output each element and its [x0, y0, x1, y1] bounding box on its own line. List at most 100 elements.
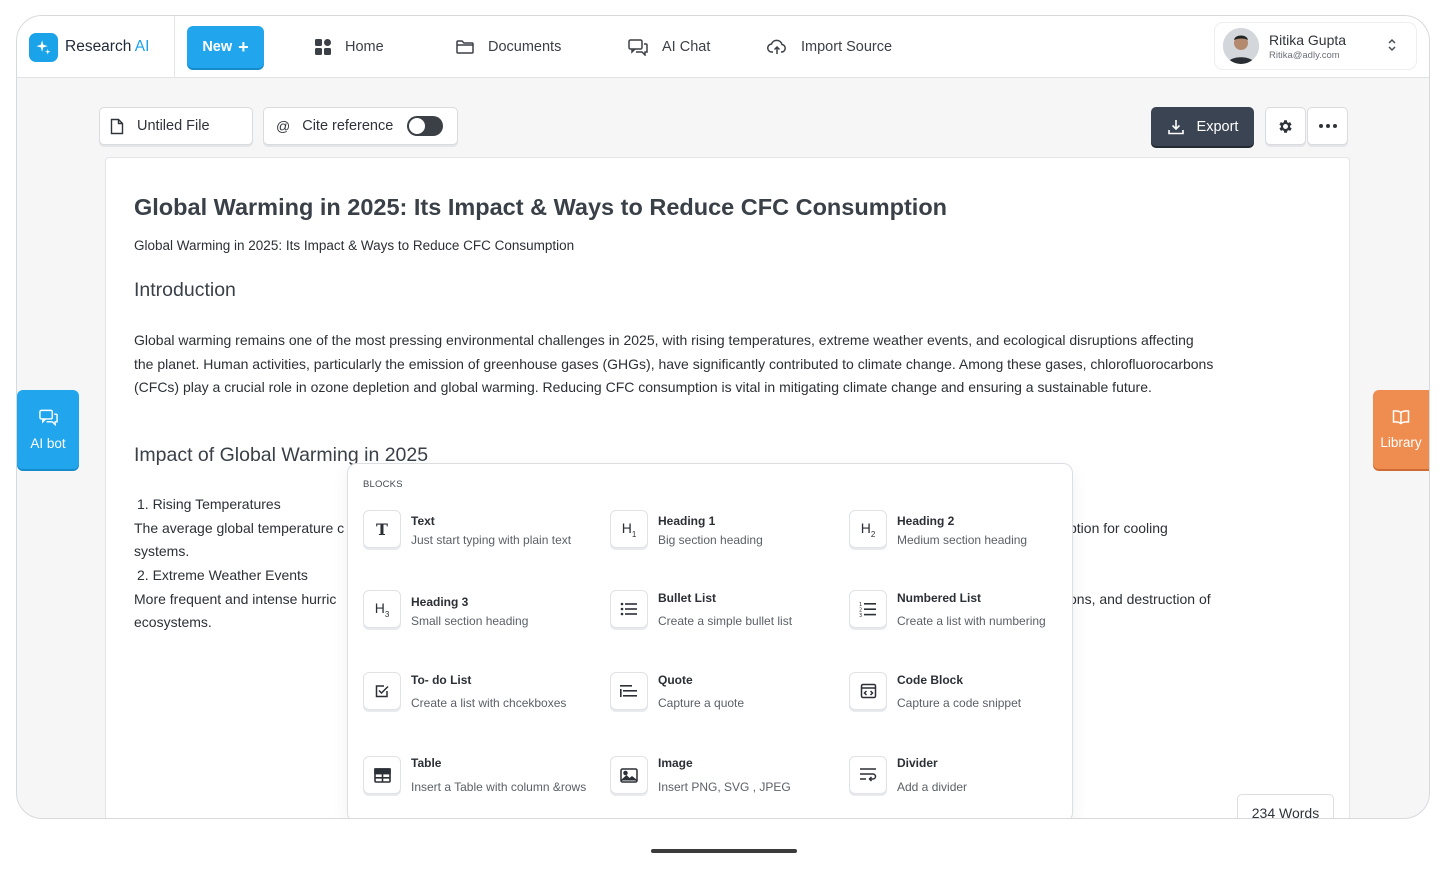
grid-icon [315, 39, 331, 55]
block-divider[interactable]: Divider Add a divider [849, 756, 1089, 798]
heading2-icon: H2 [849, 510, 887, 548]
cite-reference-label: Cite reference [302, 118, 394, 134]
cite-reference-control[interactable]: @ Cite reference [263, 107, 458, 145]
home-indicator [651, 849, 797, 853]
block-desc: Add a divider [897, 780, 968, 794]
settings-button[interactable] [1265, 107, 1306, 145]
heading3-icon: H3 [363, 590, 401, 628]
quote-icon [610, 672, 648, 710]
introduction-heading[interactable]: Introduction [134, 279, 236, 302]
sparkle-logo-icon [29, 32, 58, 62]
word-count-badge: 234 Words [1237, 794, 1334, 818]
numbered-list-icon: 123 [849, 590, 887, 628]
table-icon [363, 756, 401, 794]
block-title: Table [411, 756, 442, 770]
block-desc: Create a list with chcekboxes [411, 696, 567, 710]
bullet-list-icon [610, 590, 648, 628]
brand[interactable]: Research AI [17, 16, 175, 78]
block-title: Bullet List [658, 591, 717, 605]
block-bullet-list[interactable]: Bullet List Create a simple bullet list [610, 590, 850, 632]
svg-text:3: 3 [859, 613, 862, 617]
user-name: Ritika Gupta [1269, 31, 1347, 48]
block-desc: Insert a Table with column &rows [411, 780, 587, 794]
blocks-menu-label: BLOCKS [363, 479, 403, 490]
block-title: Image [658, 756, 693, 770]
list-item-2-text[interactable]: More frequent and intense hurric [134, 588, 336, 612]
block-numbered-list[interactable]: 123 Numbered List Create a list with num… [849, 590, 1089, 632]
chat-icon [628, 38, 648, 56]
block-code-block[interactable]: Code Block Capture a code snippet [849, 672, 1089, 714]
list-item-1-text[interactable]: The average global temperature c [134, 517, 344, 541]
nav-home-label: Home [345, 39, 384, 55]
new-button[interactable]: New + [187, 26, 264, 68]
block-todo-list[interactable]: To- do List Create a list with chcekboxe… [363, 672, 603, 714]
nav-ai-chat-label: AI Chat [662, 39, 711, 55]
block-desc: Create a simple bullet list [658, 614, 793, 628]
cite-reference-toggle[interactable] [407, 116, 444, 136]
block-title: Text [411, 514, 435, 528]
block-table[interactable]: Table Insert a Table with column &rows [363, 756, 603, 798]
cloud-upload-icon [767, 39, 786, 54]
document-subtitle[interactable]: Global Warming in 2025: Its Impact & Way… [134, 238, 574, 253]
block-title: Divider [897, 756, 938, 770]
block-heading-2[interactable]: H2 Heading 2 Medium section heading [849, 510, 1089, 552]
block-title: Heading 1 [658, 514, 716, 528]
block-desc: Small section heading [411, 614, 529, 628]
new-button-label: New [202, 39, 233, 55]
block-title: To- do List [411, 673, 472, 687]
block-heading-3[interactable]: H3 Heading 3 Small section heading [363, 590, 603, 632]
divider-icon [849, 756, 887, 794]
block-quote[interactable]: Quote Capture a quote [610, 672, 850, 714]
plus-icon: + [238, 37, 249, 57]
gear-icon [1279, 119, 1292, 133]
block-image[interactable]: Image Insert PNG, SVG , JPEG [610, 756, 850, 798]
checkbox-icon [363, 672, 401, 710]
user-menu[interactable]: Ritika Gupta Ritika@adly.com [1214, 22, 1417, 70]
block-desc: Capture a code snippet [897, 696, 1022, 710]
more-options-button[interactable] [1307, 107, 1348, 145]
document-title[interactable]: Global Warming in 2025: Its Impact & Way… [134, 194, 947, 221]
chat-bubbles-icon [38, 409, 58, 426]
at-icon: @ [276, 118, 291, 134]
file-icon [110, 118, 124, 134]
ai-bot-label: AI bot [30, 435, 66, 451]
folder-icon [456, 40, 474, 54]
download-icon [1167, 119, 1184, 134]
more-horizontal-icon [1318, 124, 1337, 128]
export-button[interactable]: Export [1151, 107, 1254, 146]
block-desc: Create a list with numbering [897, 614, 1046, 628]
chevron-up-down-icon[interactable] [1386, 37, 1398, 53]
avatar [1223, 28, 1259, 64]
image-icon [610, 756, 648, 794]
block-desc: Insert PNG, SVG , JPEG [658, 780, 791, 794]
export-label: Export [1196, 118, 1239, 135]
library-label: Library [1380, 435, 1422, 450]
block-desc: Big section heading [658, 533, 763, 547]
book-icon [1392, 410, 1410, 425]
list-item-2-text-end[interactable]: ons, and destruction of [1069, 588, 1211, 612]
block-title: Quote [658, 673, 693, 687]
nav-import-source-label: Import Source [801, 39, 893, 55]
block-title: Code Block [897, 673, 964, 687]
block-text[interactable]: T Text Just start typing with plain text [363, 510, 603, 552]
nav-ai-chat[interactable]: AI Chat [628, 35, 710, 59]
nav-import-source[interactable]: Import Source [767, 35, 892, 59]
nav-documents[interactable]: Documents [456, 35, 561, 59]
block-desc: Medium section heading [897, 533, 1028, 547]
library-tab[interactable]: Library [1373, 390, 1429, 469]
user-email: Ritika@adly.com [1269, 49, 1340, 61]
code-icon [849, 672, 887, 710]
app-window: Research AI New + Home Documents AI Chat… [16, 15, 1430, 819]
nav-home[interactable]: Home [315, 35, 384, 59]
block-heading-1[interactable]: H1 Heading 1 Big section heading [610, 510, 850, 552]
heading1-icon: H1 [610, 510, 648, 548]
file-name-field[interactable]: Untiled File [99, 107, 253, 145]
ai-bot-tab[interactable]: AI bot [17, 390, 79, 469]
blocks-menu: BLOCKS T Text Just start typing with pla… [347, 463, 1073, 818]
block-title: Heading 2 [897, 514, 955, 528]
file-name: Untiled File [137, 118, 210, 134]
introduction-paragraph[interactable]: Global warming remains one of the most p… [134, 329, 1214, 400]
block-title: Heading 3 [411, 595, 469, 609]
block-title: Numbered List [897, 591, 982, 605]
brand-name: Research AI [65, 38, 150, 55]
